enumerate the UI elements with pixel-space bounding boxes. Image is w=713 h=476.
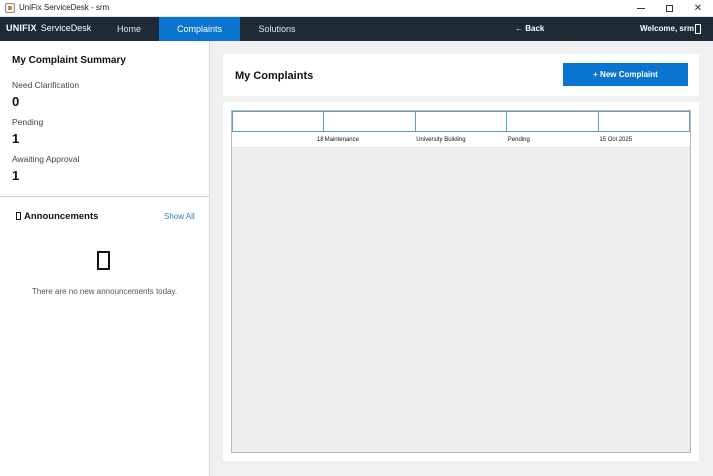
complaints-table: 18 Maintenance University Building Pendi… bbox=[231, 110, 691, 453]
cell-id: 18 bbox=[316, 136, 324, 143]
app-icon bbox=[5, 3, 15, 13]
table-header-cell[interactable] bbox=[323, 111, 415, 132]
table-header-cell[interactable] bbox=[506, 111, 598, 132]
show-all-link[interactable]: Show All bbox=[164, 212, 195, 221]
maximize-button[interactable] bbox=[655, 0, 683, 17]
table-header-cell[interactable] bbox=[414, 111, 507, 132]
empty-announcements-icon bbox=[97, 251, 110, 270]
table-header-cell[interactable] bbox=[597, 111, 691, 132]
cell-location: University Building bbox=[416, 136, 466, 143]
window-titlebar: UniFix ServiceDesk - srm ✕ bbox=[0, 0, 713, 17]
maximize-icon bbox=[665, 5, 673, 12]
table-header bbox=[232, 111, 691, 132]
cell-date: 15 Oct 2025 bbox=[599, 136, 633, 143]
table-row[interactable]: 18 Maintenance University Building Pendi… bbox=[232, 132, 690, 148]
cell-status: Pending bbox=[507, 136, 530, 143]
window-title: UniFix ServiceDesk - srm bbox=[19, 3, 110, 12]
tab-complaints[interactable]: Complaints bbox=[159, 17, 240, 41]
brand-strong: UNIFIX bbox=[6, 23, 37, 33]
announcements-title: Announcements bbox=[24, 211, 99, 222]
sidebar-divider bbox=[0, 196, 209, 197]
megaphone-icon bbox=[16, 212, 21, 220]
table-header-cell[interactable] bbox=[232, 111, 324, 132]
minimize-button[interactable] bbox=[627, 0, 655, 17]
brand-logo: UNIFIX ServiceDesk bbox=[6, 23, 91, 33]
stat-value-need-clarification: 0 bbox=[12, 94, 20, 109]
tab-home[interactable]: Home bbox=[100, 17, 158, 41]
page-title: My Complaints bbox=[235, 70, 314, 82]
minimize-icon bbox=[637, 8, 645, 9]
top-nav: UNIFIX ServiceDesk Home Complaints Soluti… bbox=[0, 17, 713, 41]
stat-label-awaiting-approval: Awaiting Approval bbox=[12, 154, 80, 164]
new-complaint-button[interactable]: + New Complaint bbox=[563, 63, 688, 86]
stat-label-need-clarification: Need Clarification bbox=[12, 80, 80, 90]
tab-solutions[interactable]: Solutions bbox=[246, 17, 308, 41]
back-button[interactable]: ← Back bbox=[515, 24, 544, 33]
complaints-header: My Complaints + New Complaint bbox=[223, 54, 699, 96]
welcome-text: Welcome, srm bbox=[640, 24, 695, 33]
cell-category: Maintenance bbox=[324, 136, 359, 143]
summary-title: My Complaint Summary bbox=[12, 55, 126, 66]
empty-announcements-text: There are no new announcements today. bbox=[31, 287, 178, 296]
close-icon: ✕ bbox=[693, 3, 703, 14]
stat-value-pending: 1 bbox=[12, 131, 20, 146]
close-button[interactable]: ✕ bbox=[684, 0, 712, 17]
brand-rest: ServiceDesk bbox=[40, 23, 92, 33]
user-icon[interactable] bbox=[695, 24, 701, 34]
complaints-table-card: 18 Maintenance University Building Pendi… bbox=[223, 102, 699, 461]
stat-value-awaiting-approval: 1 bbox=[12, 168, 20, 183]
stat-label-pending: Pending bbox=[12, 117, 44, 127]
sidebar: My Complaint Summary Need Clarification … bbox=[0, 41, 210, 476]
